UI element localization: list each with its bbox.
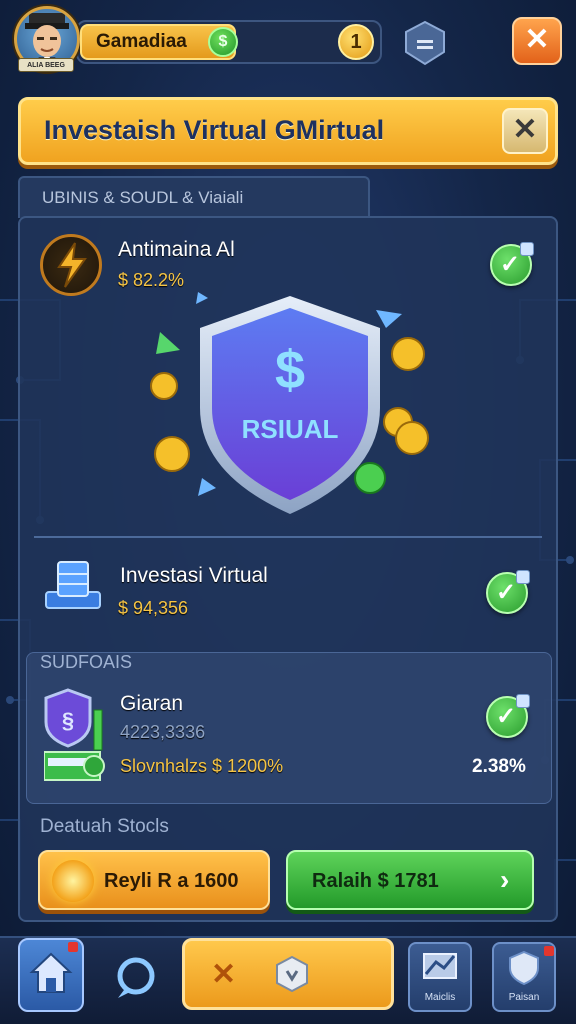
nav-defense-caption: Paisan	[508, 992, 540, 1003]
badge-icon	[516, 694, 530, 708]
sub-item-title: Giaran	[120, 692, 184, 715]
badge-icon	[520, 242, 534, 256]
sub-item-subtitle: 4223,3336	[120, 722, 206, 742]
shield-menu-icon[interactable]	[404, 20, 446, 66]
svg-text:§: §	[62, 708, 74, 733]
nav-center-button[interactable]: ✕	[182, 938, 394, 1010]
nav-market-button[interactable]: Maiclis	[408, 942, 472, 1012]
check-icon[interactable]: ✓	[486, 570, 530, 614]
nav-market-caption: Maiclis	[424, 992, 456, 1003]
check-icon[interactable]: ✓	[486, 694, 530, 738]
sub-item-yield: Slovnhalzs $ 1200%	[120, 756, 284, 776]
buy-button[interactable]: Reyli R a 1600	[38, 850, 270, 910]
badge-hex-icon	[276, 955, 308, 993]
item-title: Antimaina Al	[118, 238, 235, 261]
item-title: Investasi Virtual	[120, 564, 268, 587]
footer-label: Deatuah Stocls	[40, 816, 169, 837]
currency-dollar-icon: $	[208, 27, 238, 57]
cube-icon	[45, 561, 101, 609]
sun-icon	[52, 860, 94, 902]
buy-button-label: Reyli R a 1600	[104, 870, 239, 892]
section-divider	[34, 536, 542, 538]
check-icon[interactable]: ✓	[490, 242, 534, 286]
hero-dollar-sign: $	[275, 340, 305, 400]
close-button[interactable]: ✕	[512, 17, 562, 65]
chart-icon	[423, 953, 457, 979]
bolt-icon	[40, 234, 102, 296]
banner-close-button[interactable]: ✕	[502, 108, 548, 154]
section-tab[interactable]: UBINIS & SOUDL & Viaiali	[18, 176, 370, 218]
section-tab-label: UBINIS & SOUDL & Viaiali	[42, 188, 244, 207]
confirm-button-label: Ralaih $ 1781	[312, 870, 439, 892]
badge-icon	[516, 570, 530, 584]
top-bar: ALIA BEEG Gamadiaa $ 1 ✕	[0, 0, 576, 90]
hero-label: RSIUAL	[242, 414, 339, 444]
confirm-button[interactable]: Ralaih $ 1781 ›	[286, 850, 534, 910]
avatar-nameplate: ALIA BEEG	[18, 58, 74, 72]
chat-icon[interactable]	[108, 950, 164, 1002]
shield-emblem: $ RSIUAL	[150, 292, 429, 514]
notification-flag	[68, 942, 78, 952]
shield-bank-icon: §	[44, 688, 105, 781]
notification-flag	[544, 946, 554, 956]
sub-panel-header: SUDFOAIS	[40, 652, 133, 672]
sub-item-rate: 2.38%	[472, 756, 526, 777]
coin-counter[interactable]: 1	[338, 24, 374, 60]
close-icon: ✕	[211, 958, 237, 991]
banner-title: Investaish Virtual GMirtual	[44, 115, 385, 145]
chevron-right-icon: ›	[500, 864, 510, 895]
item-value: $ 94,356	[118, 598, 189, 618]
